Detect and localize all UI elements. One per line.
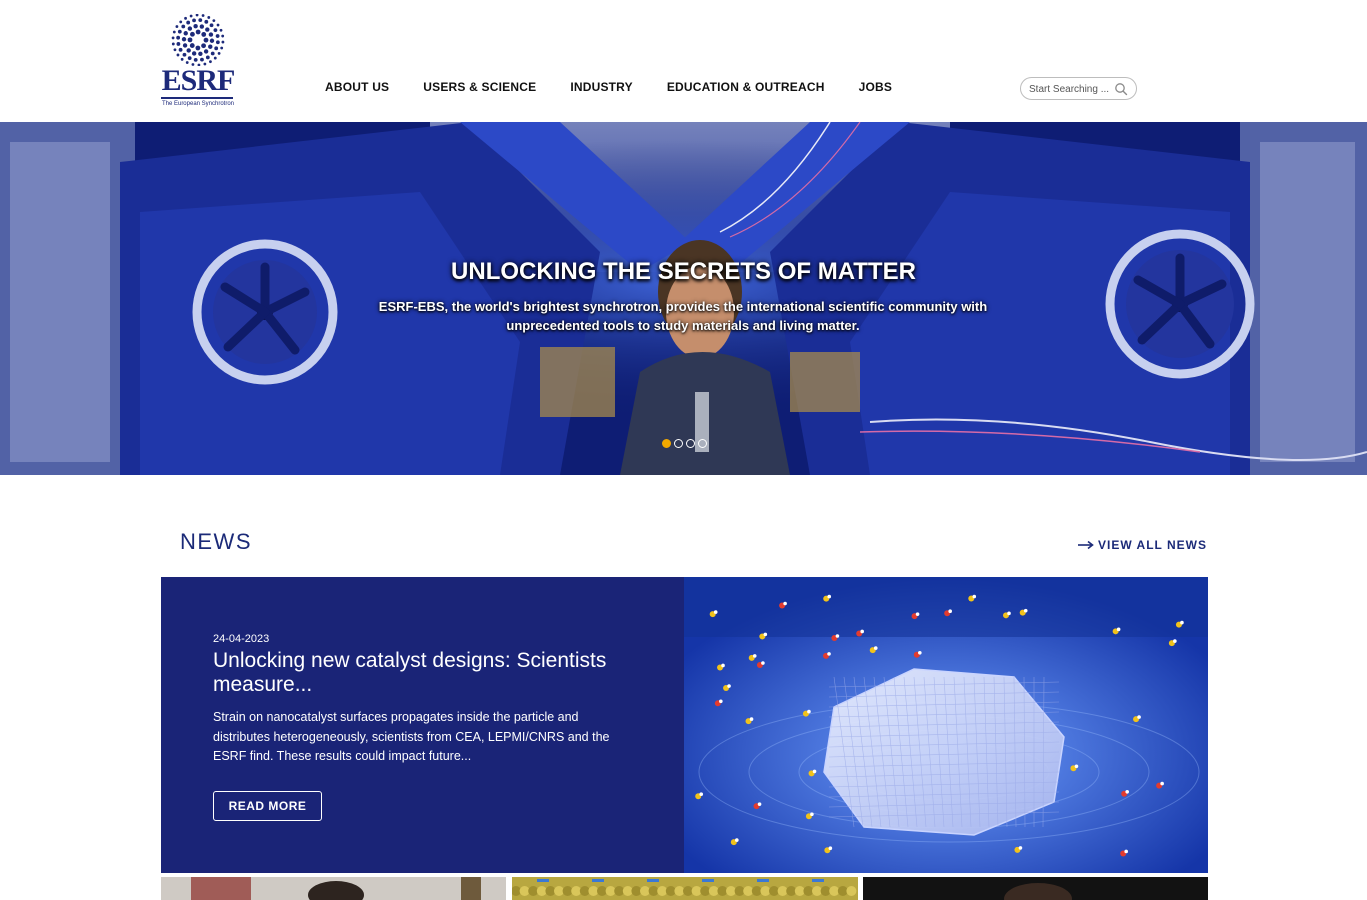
esrf-logo[interactable]: ESRF The European Synchrotron [160,14,236,108]
search-input[interactable] [1029,82,1117,96]
slider-dot-3[interactable] [686,439,695,448]
slider-dots [662,439,707,448]
hero-slider: UNLOCKING THE SECRETS OF MATTER ESRF-EBS… [0,122,1367,475]
hero-title: UNLOCKING THE SECRETS OF MATTER [451,258,916,285]
thumbnail-image-2 [512,877,858,900]
logo-burst-icon [171,14,225,66]
featured-news-image[interactable] [684,577,1208,873]
thumbnail-image-1 [161,877,506,900]
nav-users-science[interactable]: USERS & SCIENCE [423,80,536,94]
thumbnail-image-3 [863,877,1208,900]
logo-wordmark: ESRF [161,64,236,97]
featured-news-title[interactable]: Unlocking new catalyst designs: Scientis… [213,649,633,697]
view-all-news-link[interactable]: VIEW ALL NEWS [1078,538,1207,552]
search-box [1020,77,1137,100]
nav-about-us[interactable]: ABOUT US [325,80,389,94]
featured-news-date: 24-04-2023 [213,633,270,645]
nav-jobs[interactable]: JOBS [859,80,892,94]
news-thumbnail-1[interactable] [161,877,506,900]
hero-subtitle: ESRF-EBS, the world's brightest synchrot… [378,299,988,333]
featured-news-text-panel: 24-04-2023 Unlocking new catalyst design… [161,577,684,873]
slider-dot-2[interactable] [674,439,683,448]
logo-tagline: The European Synchrotron [161,101,235,107]
news-thumbnail-2[interactable] [512,877,858,900]
view-all-news-label: VIEW ALL NEWS [1098,538,1207,552]
site-header: ESRF The European Synchrotron ABOUT US U… [0,0,1367,122]
slider-dot-4[interactable] [698,439,707,448]
nanocatalyst-illustration [684,577,1208,873]
nav-industry[interactable]: INDUSTRY [570,80,633,94]
logo-rule [161,97,233,99]
featured-news-card: 24-04-2023 Unlocking new catalyst design… [161,577,1208,873]
featured-news-description: Strain on nanocatalyst surfaces propagat… [213,710,610,763]
search-icon[interactable] [1114,82,1128,96]
slider-dot-1[interactable] [662,439,671,448]
news-heading: NEWS [180,529,252,554]
news-thumbnail-3[interactable] [863,877,1208,900]
news-thumbnails-row [161,877,1208,900]
arrow-right-icon [1078,540,1094,550]
read-more-button[interactable]: READ MORE [213,791,322,821]
main-nav: ABOUT US USERS & SCIENCE INDUSTRY EDUCAT… [325,80,926,94]
nav-education-outreach[interactable]: EDUCATION & OUTREACH [667,80,825,94]
